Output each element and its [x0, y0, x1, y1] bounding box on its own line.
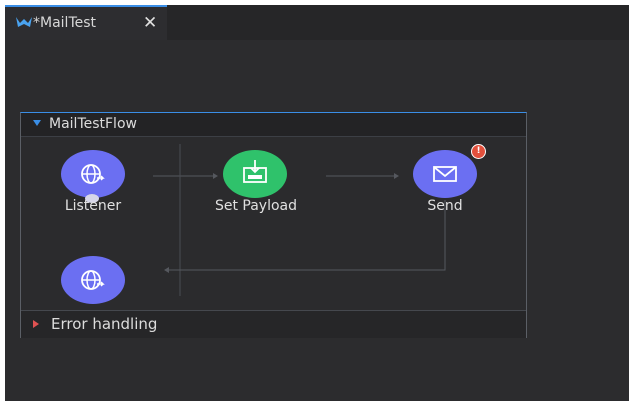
listener-node[interactable]: Listener	[59, 150, 147, 216]
error-handling-section[interactable]: Error handling	[21, 310, 526, 338]
tab-mailtest[interactable]: *MailTest ✕	[5, 5, 167, 40]
flow-title: MailTestFlow	[49, 116, 137, 132]
tab-label: *MailTest	[33, 15, 97, 31]
mule-logo-icon	[16, 17, 32, 27]
editor-window: *MailTest ✕ MailTestFlow Listener Set Pa…	[5, 5, 629, 401]
collapse-triangle-icon[interactable]	[33, 120, 41, 126]
close-icon[interactable]: ✕	[143, 12, 157, 34]
http-globe-icon	[81, 270, 105, 290]
http-globe-icon	[81, 164, 105, 184]
set-payload-icon	[243, 160, 267, 183]
send-circle	[413, 150, 477, 198]
response-node[interactable]	[61, 256, 127, 306]
set-payload-label: Set Payload	[214, 198, 298, 214]
connector-arrowhead	[164, 267, 169, 273]
listener-label: Listener	[64, 198, 122, 214]
set-payload-circle	[223, 150, 287, 198]
send-label: Send	[427, 198, 463, 214]
response-circle	[61, 256, 125, 304]
editor-tab-bar: *MailTest ✕	[5, 5, 629, 40]
set-payload-node[interactable]: Set Payload	[191, 150, 321, 216]
flow-header[interactable]: MailTestFlow	[21, 113, 526, 137]
send-node[interactable]: ! Send	[393, 144, 497, 216]
error-badge-icon[interactable]: !	[471, 144, 486, 159]
flow-container: MailTestFlow Listener Set Payload ! Send…	[20, 112, 527, 338]
flow-canvas: Listener Set Payload ! Send	[21, 136, 526, 310]
error-handling-label: Error handling	[51, 315, 158, 333]
expand-triangle-icon[interactable]	[33, 320, 39, 328]
envelope-icon	[433, 166, 457, 182]
listener-circle	[61, 150, 125, 198]
